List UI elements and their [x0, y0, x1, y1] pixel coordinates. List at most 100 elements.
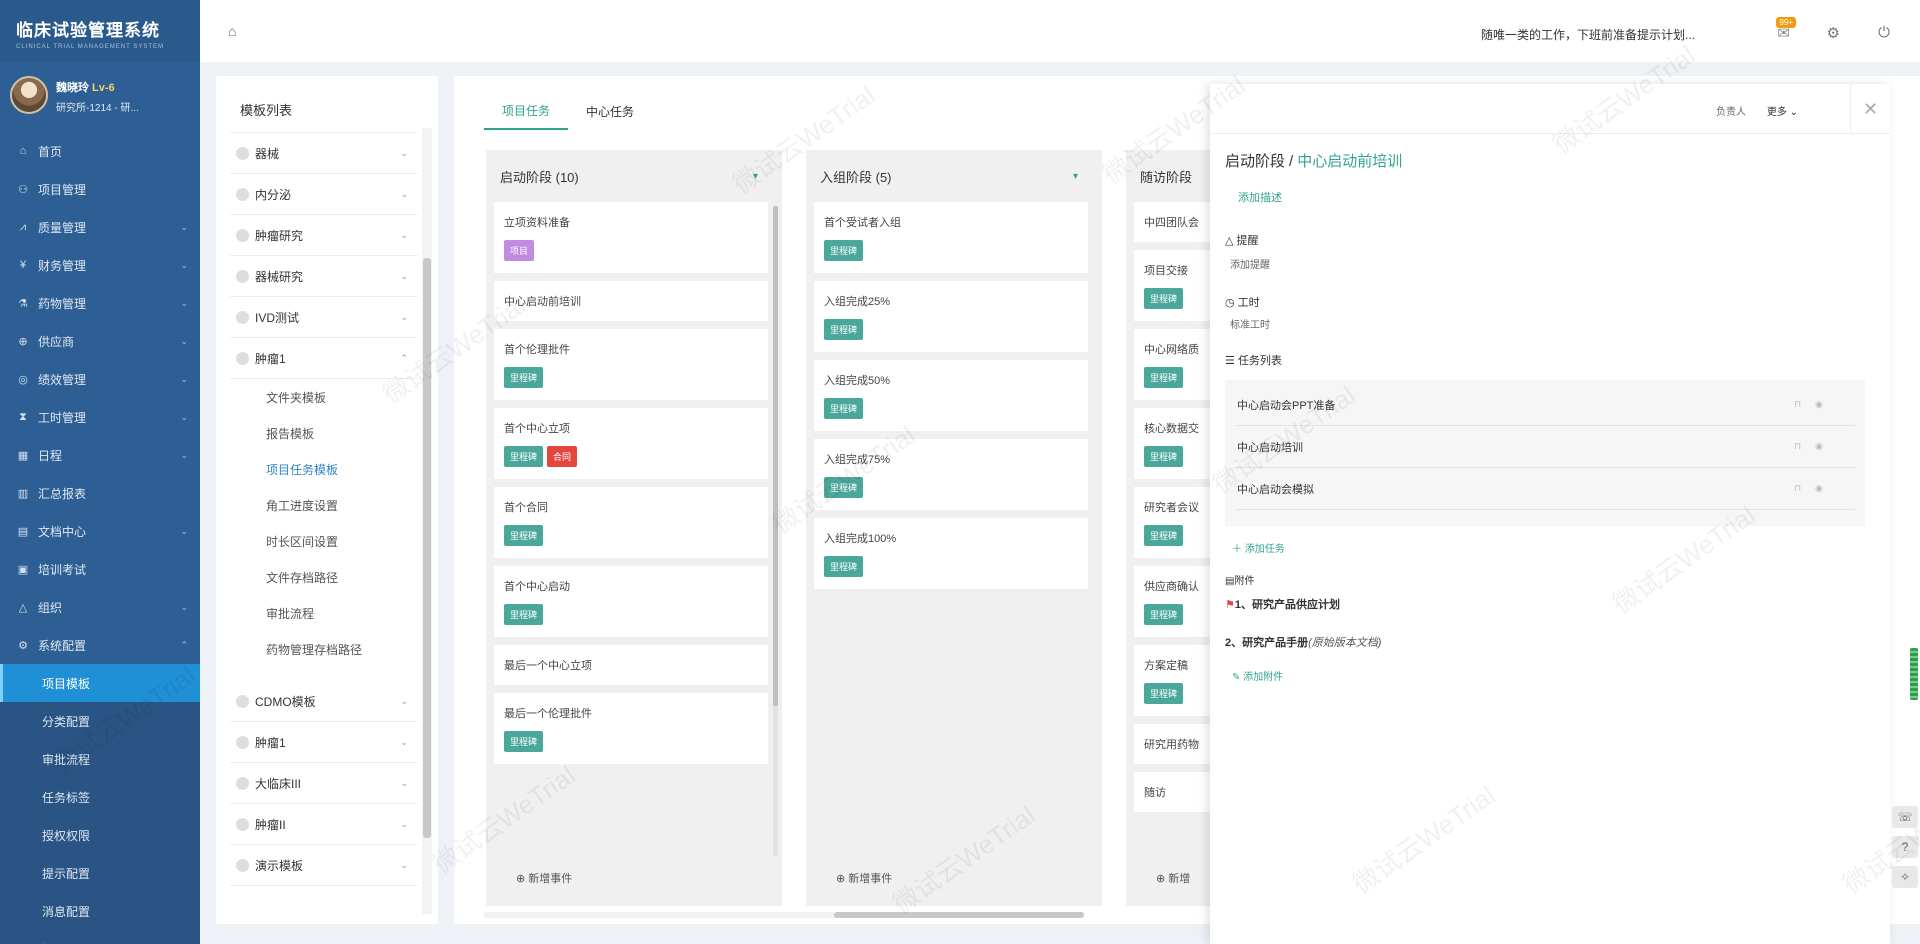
sidebar-subitem[interactable]: 分类配置	[0, 702, 200, 740]
sidebar-item[interactable]: ⚙ 系统配置 ⌃	[0, 626, 200, 664]
delete-icon[interactable]: ⊓	[1794, 483, 1815, 493]
attachment-item[interactable]: ⚑1、研究产品供应计划	[1225, 596, 1340, 612]
assign-button[interactable]: 负责人	[1716, 103, 1746, 118]
template-item[interactable]: 项目任务模板	[230, 451, 438, 487]
sidebar-item[interactable]: ▣ 培训考试	[0, 550, 200, 588]
task-card[interactable]: 首个受试者入组 里程碑	[814, 202, 1088, 273]
task-row[interactable]: 中心启动会PPT准备 ⊓◉	[1235, 384, 1855, 426]
chevron-down-icon[interactable]: ⌄	[400, 696, 408, 707]
template-item[interactable]: 报告模板	[230, 415, 438, 451]
notice-text[interactable]: 随唯一类的工作，下班前准备提示计划...	[1481, 26, 1695, 43]
sidebar-subitem[interactable]: 标识配置	[0, 930, 200, 944]
view-icon[interactable]: ◉	[1815, 399, 1837, 409]
template-group[interactable]: IVD(BE)⌄	[230, 120, 418, 133]
task-card[interactable]: 最后一个中心立项	[494, 645, 768, 685]
template-group[interactable]: 肿瘤1 ⌃	[230, 338, 418, 379]
feedback-icon[interactable]: ✧	[1892, 866, 1918, 888]
add-event-button[interactable]: ⊕ 新增	[1156, 870, 1190, 886]
chevron-down-icon[interactable]: ▾	[1073, 171, 1078, 182]
radio-icon[interactable]	[236, 735, 249, 749]
task-card[interactable]: 立项资料准备 项目	[494, 202, 768, 273]
sidebar-subitem[interactable]: 项目模板	[0, 664, 200, 702]
task-card[interactable]: 首个中心启动 里程碑	[494, 566, 768, 637]
task-card[interactable]: 中心启动前培训	[494, 281, 768, 321]
chat-icon[interactable]: ☏	[1892, 806, 1918, 828]
radio-icon[interactable]	[236, 817, 249, 831]
template-group[interactable]: 肿瘤研究 ⌄	[230, 215, 418, 256]
breadcrumb-current[interactable]: 中心启动前培训	[1297, 153, 1402, 170]
radio-icon[interactable]	[236, 146, 249, 160]
sidebar-item[interactable]: ⌂ 首页	[0, 132, 200, 170]
sidebar-item[interactable]: ◎ 绩效管理 ⌄	[0, 360, 200, 398]
scroll-thumb[interactable]	[773, 206, 778, 706]
delete-icon[interactable]: ⊓	[1794, 399, 1815, 409]
sidebar-subitem[interactable]: 提示配置	[0, 854, 200, 892]
chevron-down-icon[interactable]: ▾	[753, 171, 758, 182]
add-description-link[interactable]: 添加描述	[1238, 189, 1282, 205]
standard-hours-link[interactable]: 标准工时	[1230, 316, 1270, 331]
task-card[interactable]: 最后一个伦理批件 里程碑	[494, 693, 768, 764]
template-group[interactable]: 内分泌 ⌄	[230, 174, 418, 215]
add-attachment-link[interactable]: ✎ 添加附件	[1232, 668, 1283, 683]
chevron-down-icon[interactable]: ⌄	[400, 737, 408, 748]
add-task-link[interactable]: ＋ 添加任务	[1232, 540, 1285, 555]
template-group[interactable]: CDMO模板 ⌄	[230, 681, 418, 722]
chevron-down-icon[interactable]: ⌄	[400, 271, 408, 282]
template-item[interactable]: 审批流程	[230, 595, 438, 631]
chevron-down-icon[interactable]: ⌄	[400, 230, 408, 241]
tab-project-tasks[interactable]: 项目任务	[484, 92, 569, 130]
radio-icon[interactable]	[236, 310, 249, 324]
radio-icon[interactable]	[236, 694, 249, 708]
template-item[interactable]: 文件存档路径	[230, 559, 438, 595]
gear-icon[interactable]: ⚙	[1827, 24, 1840, 42]
sidebar-subitem[interactable]: 授权权限	[0, 816, 200, 854]
task-card[interactable]: 首个伦理批件 里程碑	[494, 329, 768, 400]
template-group[interactable]: 演示模板 ⌄	[230, 845, 418, 886]
sidebar-item[interactable]: △ 组织 ⌄	[0, 588, 200, 626]
task-card[interactable]: 首个中心立项 里程碑 合同	[494, 408, 768, 479]
scroll-thumb[interactable]	[423, 258, 431, 838]
breadcrumb-parent[interactable]: 启动阶段	[1225, 153, 1285, 170]
user-profile[interactable]: 魏晓玲 Lv-6 研究所-1214 - 研...	[0, 62, 200, 132]
add-event-button[interactable]: ⊕ 新增事件	[836, 870, 892, 886]
view-icon[interactable]: ◉	[1815, 441, 1837, 451]
column-scrollbar[interactable]	[773, 206, 778, 856]
chevron-down-icon[interactable]: ⌄	[400, 189, 408, 200]
tab-center-tasks[interactable]: 中心任务	[568, 92, 652, 130]
more-button[interactable]: 更多 ⌄	[1767, 103, 1798, 118]
task-card[interactable]: 入组完成100% 里程碑	[814, 518, 1088, 589]
sidebar-subitem[interactable]: 审批流程	[0, 740, 200, 778]
task-row[interactable]: 中心启动会模拟 ⊓◉	[1235, 468, 1855, 510]
radio-icon[interactable]	[236, 858, 249, 872]
radio-icon[interactable]	[236, 269, 249, 283]
sidebar-item[interactable]: ▥ 汇总报表	[0, 474, 200, 512]
chevron-down-icon[interactable]: ⌄	[400, 778, 408, 789]
sidebar-item[interactable]: ▦ 日程 ⌄	[0, 436, 200, 474]
template-item[interactable]: 药物管理存档路径	[230, 631, 438, 667]
radio-icon[interactable]	[236, 351, 249, 365]
radio-icon[interactable]	[236, 187, 249, 201]
template-item[interactable]: 时长区间设置	[230, 523, 438, 559]
task-card[interactable]: 入组完成25% 里程碑	[814, 281, 1088, 352]
avatar[interactable]	[10, 76, 48, 114]
view-icon[interactable]: ◉	[1815, 483, 1837, 493]
scroll-thumb[interactable]	[834, 912, 1084, 918]
add-event-button[interactable]: ⊕ 新增事件	[516, 870, 572, 886]
delete-icon[interactable]: ⊓	[1794, 441, 1815, 451]
add-remind-link[interactable]: 添加提醒	[1230, 256, 1270, 271]
help-icon[interactable]: ?	[1892, 836, 1918, 858]
template-group[interactable]: IVD测试 ⌄	[230, 297, 418, 338]
sidebar-item[interactable]: ⊕ 供应商 ⌄	[0, 322, 200, 360]
home-icon[interactable]: ⌂	[228, 23, 236, 39]
radio-icon[interactable]	[236, 776, 249, 790]
task-card[interactable]: 入组完成50% 里程碑	[814, 360, 1088, 431]
task-card[interactable]: 入组完成75% 里程碑	[814, 439, 1088, 510]
template-item[interactable]: 角工进度设置	[230, 487, 438, 523]
template-group[interactable]: 器械 ⌄	[230, 133, 418, 174]
template-group[interactable]: 肿瘤1 ⌄	[230, 722, 418, 763]
power-icon[interactable]: ⏻	[1878, 24, 1890, 41]
chevron-up-icon[interactable]: ⌃	[400, 353, 408, 364]
chevron-down-icon[interactable]: ⌄	[400, 819, 408, 830]
sidebar-subitem[interactable]: 任务标签	[0, 778, 200, 816]
chevron-down-icon[interactable]: ⌄	[400, 860, 408, 871]
